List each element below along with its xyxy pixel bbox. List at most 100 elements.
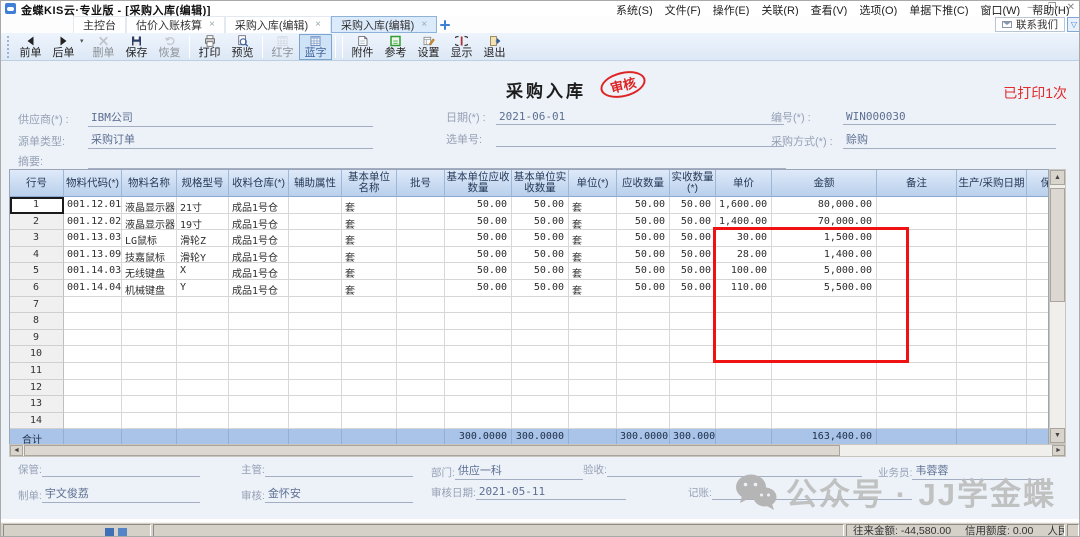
table-cell[interactable]: [957, 247, 1027, 264]
table-cell[interactable]: 50.00: [670, 280, 716, 297]
table-cell[interactable]: [342, 380, 397, 397]
table-cell[interactable]: [716, 297, 772, 314]
table-cell[interactable]: [122, 346, 177, 363]
table-cell[interactable]: 成品1号仓: [229, 214, 289, 231]
table-cell[interactable]: 30.00: [716, 230, 772, 247]
table-cell[interactable]: [64, 380, 122, 397]
table-cell[interactable]: 50.00: [670, 214, 716, 231]
table-cell[interactable]: [1027, 346, 1049, 363]
table-cell[interactable]: 1,500.00: [772, 230, 877, 247]
row-number-cell[interactable]: 9: [10, 330, 64, 347]
table-cell[interactable]: 110.00: [716, 280, 772, 297]
table-cell[interactable]: [957, 396, 1027, 413]
column-header[interactable]: 辅助属性: [289, 170, 342, 197]
table-cell[interactable]: [772, 380, 877, 397]
table-cell[interactable]: 001.13.09: [64, 247, 122, 264]
table-cell[interactable]: [772, 346, 877, 363]
table-cell[interactable]: [716, 380, 772, 397]
table-cell[interactable]: [64, 346, 122, 363]
table-cell[interactable]: [512, 297, 569, 314]
table-cell[interactable]: [342, 396, 397, 413]
column-header[interactable]: 基本单位应收数量: [445, 170, 512, 197]
table-cell[interactable]: [670, 297, 716, 314]
table-cell[interactable]: [289, 346, 342, 363]
table-cell[interactable]: 成品1号仓: [229, 247, 289, 264]
table-cell[interactable]: [64, 413, 122, 430]
table-cell[interactable]: 21寸: [177, 197, 229, 214]
table-cell[interactable]: 80,000.00: [772, 197, 877, 214]
table-cell[interactable]: [177, 396, 229, 413]
table-cell[interactable]: [64, 363, 122, 380]
table-cell[interactable]: 滑轮Y: [177, 247, 229, 264]
table-cell[interactable]: [397, 247, 445, 264]
table-cell[interactable]: [877, 346, 957, 363]
table-cell[interactable]: [877, 263, 957, 280]
table-cell[interactable]: [772, 313, 877, 330]
table-cell[interactable]: [289, 214, 342, 231]
table-cell[interactable]: [569, 413, 617, 430]
table-cell[interactable]: [445, 396, 512, 413]
table-cell[interactable]: [177, 380, 229, 397]
table-cell[interactable]: 套: [569, 263, 617, 280]
table-cell[interactable]: 液晶显示器: [122, 197, 177, 214]
table-cell[interactable]: [342, 330, 397, 347]
table-cell[interactable]: 50.00: [617, 197, 670, 214]
table-cell[interactable]: [122, 363, 177, 380]
table-cell[interactable]: 50.00: [512, 230, 569, 247]
table-cell[interactable]: [1027, 197, 1049, 214]
table-cell[interactable]: [716, 363, 772, 380]
table-cell[interactable]: [397, 346, 445, 363]
table-cell[interactable]: [1027, 396, 1049, 413]
table-cell[interactable]: [957, 297, 1027, 314]
table-cell[interactable]: [289, 363, 342, 380]
column-header[interactable]: 应收数量: [617, 170, 670, 197]
table-cell[interactable]: [957, 280, 1027, 297]
row-number-cell[interactable]: 1: [10, 197, 64, 214]
tab[interactable]: 采购入库(编辑)×: [225, 16, 331, 33]
table-cell[interactable]: [957, 380, 1027, 397]
scroll-right-icon[interactable]: ►: [1052, 445, 1065, 456]
toolbar-button-attachment[interactable]: 附件: [346, 34, 379, 60]
table-cell[interactable]: [177, 330, 229, 347]
maximize-button[interactable]: ❐: [1048, 2, 1057, 13]
table-cell[interactable]: [64, 297, 122, 314]
table-cell[interactable]: [397, 330, 445, 347]
table-cell[interactable]: 50.00: [617, 263, 670, 280]
table-cell[interactable]: [289, 297, 342, 314]
table-cell[interactable]: [342, 313, 397, 330]
table-cell[interactable]: [569, 330, 617, 347]
table-cell[interactable]: [716, 346, 772, 363]
row-number-cell[interactable]: 13: [10, 396, 64, 413]
table-cell[interactable]: [1027, 363, 1049, 380]
table-cell[interactable]: Y: [177, 280, 229, 297]
new-tab-icon[interactable]: [437, 16, 453, 33]
table-cell[interactable]: [177, 346, 229, 363]
table-cell[interactable]: 套: [569, 214, 617, 231]
table-cell[interactable]: [229, 313, 289, 330]
table-cell[interactable]: 1,400.00: [716, 214, 772, 231]
table-cell[interactable]: 50.00: [512, 280, 569, 297]
table-cell[interactable]: [569, 313, 617, 330]
table-cell[interactable]: [670, 380, 716, 397]
source-type-input[interactable]: 采购订单: [88, 131, 373, 149]
table-cell[interactable]: 套: [569, 280, 617, 297]
table-cell[interactable]: [957, 214, 1027, 231]
row-number-cell[interactable]: 4: [10, 247, 64, 264]
dropdown-arrow-icon[interactable]: ▾: [80, 37, 87, 45]
table-cell[interactable]: 50.00: [445, 280, 512, 297]
table-cell[interactable]: [772, 297, 877, 314]
table-cell[interactable]: [177, 297, 229, 314]
table-cell[interactable]: [877, 313, 957, 330]
table-cell[interactable]: 成品1号仓: [229, 263, 289, 280]
table-cell[interactable]: [772, 396, 877, 413]
table-cell[interactable]: [670, 346, 716, 363]
table-cell[interactable]: [512, 380, 569, 397]
table-cell[interactable]: [342, 363, 397, 380]
department-input[interactable]: 供应一科: [455, 462, 583, 480]
table-cell[interactable]: [177, 313, 229, 330]
supplier-input[interactable]: IBM公司: [88, 109, 373, 127]
table-cell[interactable]: [289, 197, 342, 214]
table-cell[interactable]: 技嘉鼠标: [122, 247, 177, 264]
table-cell[interactable]: [397, 297, 445, 314]
table-cell[interactable]: [772, 413, 877, 430]
